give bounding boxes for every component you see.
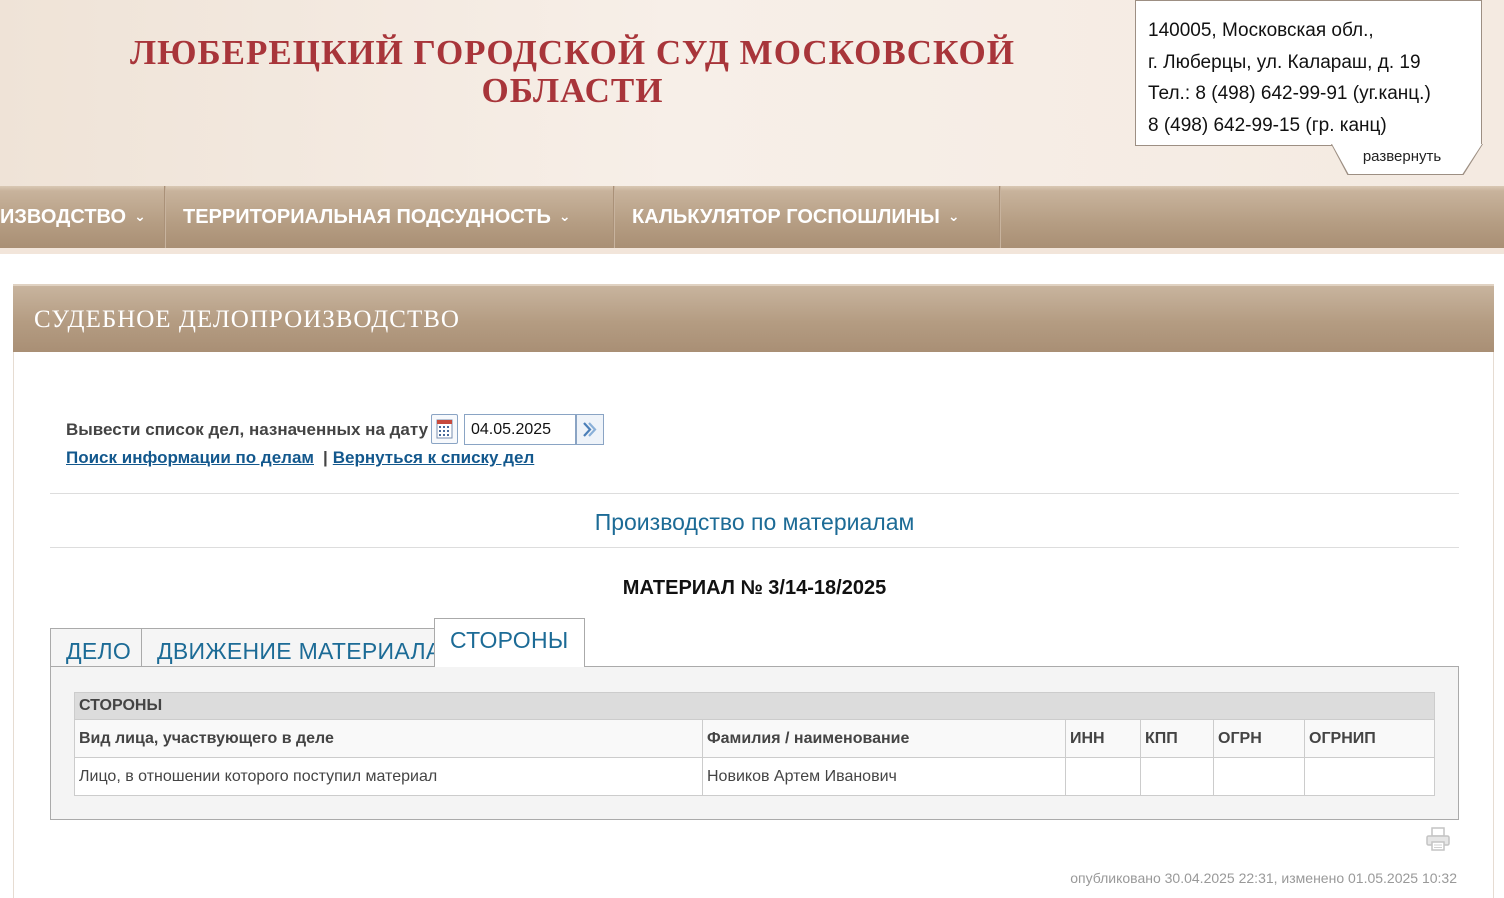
table-cell <box>1065 757 1141 796</box>
nav-divider <box>999 186 1001 248</box>
section-title: Производство по материалам <box>594 509 915 535</box>
column-header: ОГРНИП <box>1304 719 1435 758</box>
contact-phone-1: Тел.: 8 (498) 642-99-91 (уг.канц.) <box>1148 83 1431 104</box>
date-filter-label: Вывести список дел, назначенных на дату <box>66 420 429 439</box>
contact-phone-2: 8 (498) 642-99-15 (гр. канц) <box>1148 114 1387 136</box>
table-row: Лицо, в отношении которого поступил мате… <box>74 757 1435 796</box>
nav-item-label: КАЛЬКУЛЯТОР ГОСПОШЛИНЫ <box>632 206 940 228</box>
main-content: СУДЕБНОЕ ДЕЛОПРОИЗВОДСТВО Вывести список… <box>0 254 1504 898</box>
main-nav: ИЗВОДСТВО ⌄ ТЕРРИТОРИАЛЬНАЯ ПОДСУДНОСТЬ ⌄ … <box>0 186 1504 248</box>
parties-table: СТОРОНЫ Вид лица, участвующего в деле Фа… <box>74 692 1435 796</box>
material-title: МАТЕРИАЛ № 3/14-18/2025 <box>622 577 887 599</box>
tab-material-movement[interactable]: ДВИЖЕНИЕ МАТЕРИАЛА <box>141 628 458 667</box>
table-cell: Лицо, в отношении которого поступил мате… <box>74 757 703 796</box>
table-cell <box>1304 757 1435 796</box>
contact-address-1: 140005, Московская обл., <box>1148 20 1374 41</box>
site-header: ЛЮБЕРЕЦКИЙ ГОРОДСКОЙ СУД МОСКОВСКОЙ ОБЛА… <box>0 0 1504 186</box>
contact-address-2: г. Люберцы, ул. Калараш, д. 19 <box>1148 51 1421 73</box>
tab-parties[interactable]: СТОРОНЫ <box>434 618 585 667</box>
card-title: СУДЕБНОЕ ДЕЛОПРОИЗВОДСТВО <box>34 306 460 333</box>
court-title-line1: ЛЮБЕРЕЦКИЙ ГОРОДСКОЙ СУД МОСКОВСКОЙ <box>130 33 1015 72</box>
card-header: СУДЕБНОЕ ДЕЛОПРОИЗВОДСТВО <box>13 284 1494 352</box>
column-header: Вид лица, участвующего в деле <box>74 719 703 758</box>
nav-item-label: ТЕРРИТОРИАЛЬНАЯ ПОДСУДНОСТЬ <box>183 206 551 228</box>
chevron-down-icon: ⌄ <box>558 208 571 224</box>
table-cell: Новиков Артем Иванович <box>702 757 1066 796</box>
table-cell <box>1213 757 1305 796</box>
chevron-down-icon: ⌄ <box>134 208 146 224</box>
column-header: ОГРН <box>1213 719 1305 758</box>
table-cell <box>1140 757 1214 796</box>
court-title-line2: ОБЛАСТИ <box>481 71 664 110</box>
expand-button[interactable]: развернуть <box>1332 148 1472 165</box>
tab-case[interactable]: ДЕЛО <box>50 628 148 667</box>
back-to-list-link[interactable]: Вернуться к списку дел <box>333 448 535 467</box>
calendar-icon-graphic <box>436 419 453 439</box>
nav-item-proceedings[interactable]: ИЗВОДСТВО ⌄ <box>0 186 146 248</box>
column-header: КПП <box>1140 719 1214 758</box>
link-separator: | <box>323 448 328 467</box>
card-body: Вывести список дел, назначенных на дату <box>13 352 1494 898</box>
tab-panel-parties: СТОРОНЫ Вид лица, участвующего в деле Фа… <box>50 666 1459 820</box>
nav-item-jurisdiction[interactable]: ТЕРРИТОРИАЛЬНАЯ ПОДСУДНОСТЬ ⌄ <box>166 186 571 248</box>
divider <box>50 493 1459 494</box>
double-arrow-icon <box>583 422 597 437</box>
court-title[interactable]: ЛЮБЕРЕЦКИЙ ГОРОДСКОЙ СУД МОСКОВСКОЙ ОБЛА… <box>120 34 1025 110</box>
date-input[interactable] <box>464 414 576 445</box>
calendar-icon[interactable] <box>431 414 458 444</box>
printer-graphic <box>1426 827 1450 851</box>
divider <box>50 547 1459 548</box>
case-links: Поиск информации по делам | Вернуться к сп… <box>66 448 534 468</box>
column-header: ИНН <box>1065 719 1141 758</box>
published-info: опубликовано 30.04.2025 22:31, изменено … <box>1070 870 1457 886</box>
go-button[interactable] <box>576 414 604 445</box>
nav-item-label: ИЗВОДСТВО <box>0 206 127 228</box>
contact-box: 140005, Московская обл., г. Люберцы, ул.… <box>1135 0 1482 146</box>
table-caption: СТОРОНЫ <box>74 692 1435 720</box>
print-icon[interactable] <box>1425 826 1451 852</box>
nav-item-fee-calculator[interactable]: КАЛЬКУЛЯТОР ГОСПОШЛИНЫ ⌄ <box>615 186 960 248</box>
chevron-down-icon: ⌄ <box>947 208 960 224</box>
search-cases-link[interactable]: Поиск информации по делам <box>66 448 314 467</box>
column-header: Фамилия / наименование <box>702 719 1066 758</box>
